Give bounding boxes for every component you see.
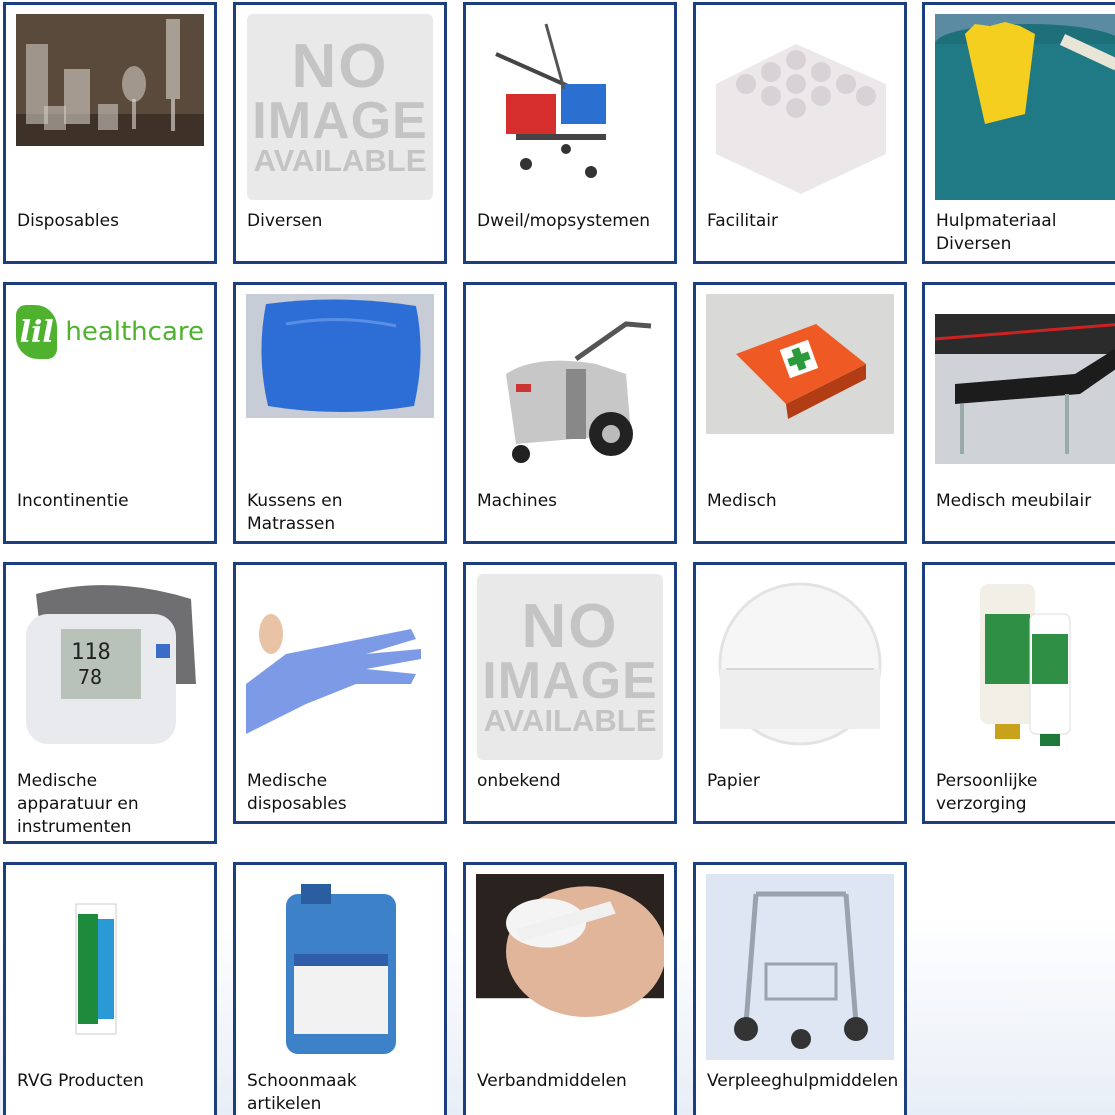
placeholder-line3: AVAILABLE: [483, 703, 657, 739]
tile-label: Dweil/mopsystemen: [477, 211, 651, 231]
skin-care-tubes-photo: [935, 574, 1115, 760]
tile-label: Schoonmaak artikelen: [247, 1071, 357, 1114]
no-image-placeholder: NO IMAGE AVAILABLE: [476, 574, 664, 760]
healthcare-wordmark: healthcare: [65, 317, 204, 347]
rollator-photo: [706, 874, 894, 1060]
toilet-rolls-photo: [706, 14, 894, 200]
tile-label: Verbandmiddelen: [477, 1071, 627, 1091]
tile-label: Medisch meubilair: [936, 491, 1092, 511]
category-tile-dweil-mopsystemen[interactable]: Dweil/mopsystemen: [463, 2, 677, 264]
mop-trolley-photo: [476, 14, 664, 200]
tile-label: Incontinentie: [17, 491, 129, 511]
category-tile-papier[interactable]: Papier: [693, 562, 907, 824]
category-tile-diversen[interactable]: NO IMAGE AVAILABLE Diversen: [233, 2, 447, 264]
category-tile-disposables[interactable]: Disposables: [3, 2, 217, 264]
svg-text:78: 78: [78, 665, 102, 689]
category-tile-facilitair[interactable]: Facilitair: [693, 2, 907, 264]
category-grid: Disposables NO IMAGE AVAILABLE Diversen Dw…: [0, 0, 1115, 1115]
examination-couch-photo: [935, 294, 1115, 480]
tile-label: RVG Producten: [17, 1071, 144, 1091]
tile-label: Diversen: [247, 211, 323, 231]
placeholder-line2: IMAGE: [252, 92, 428, 151]
dettol-sterilon-photo: [16, 874, 204, 1060]
pillow-photo: [246, 294, 434, 480]
placeholder-line2: IMAGE: [482, 652, 658, 711]
placeholder-line1: NO: [521, 592, 619, 662]
tile-label: Hulpmateriaal Diversen: [936, 211, 1057, 254]
tile-label: Disposables: [17, 211, 119, 231]
category-tile-onbekend[interactable]: NO IMAGE AVAILABLE onbekend: [463, 562, 677, 824]
category-tile-machines[interactable]: Machines: [463, 282, 677, 544]
tile-label: Medisch: [707, 491, 777, 511]
tile-label: Machines: [477, 491, 558, 511]
category-tile-incontinentie[interactable]: lil healthcare Incontinentie: [3, 282, 217, 544]
tile-label: onbekend: [477, 771, 561, 791]
tile-label: Verpleeghulpmiddelen: [707, 1071, 899, 1091]
nitrile-glove-photo: [246, 574, 434, 760]
cleaning-machine-photo: [476, 294, 664, 480]
eye-patch-photo: [476, 874, 664, 1060]
lil-healthcare-logo: lil healthcare: [16, 294, 204, 480]
tile-label: Papier: [707, 771, 760, 791]
no-image-placeholder: NO IMAGE AVAILABLE: [246, 14, 434, 200]
glassware-photo: [16, 14, 204, 200]
category-tile-verpleeghulpmiddelen[interactable]: Verpleeghulpmiddelen: [693, 862, 907, 1115]
category-tile-medische-apparatuur-en-instrumenten[interactable]: 118 78 Medische apparatuur en instrument…: [3, 562, 217, 844]
placeholder-line1: NO: [291, 32, 389, 102]
category-tile-medisch[interactable]: Medisch: [693, 282, 907, 544]
tile-label: Facilitair: [707, 211, 778, 231]
toilet-paper-dispenser-photo: [706, 574, 894, 760]
tile-label: Medische disposables: [247, 771, 347, 814]
category-tile-hulpmateriaal-diversen[interactable]: Hulpmateriaal Diversen: [922, 2, 1115, 264]
category-tile-verbandmiddelen[interactable]: Verbandmiddelen: [463, 862, 677, 1115]
svg-text:118: 118: [71, 640, 111, 665]
gloves-bucket-photo: [935, 14, 1115, 200]
tile-label: Medische apparatuur en instrumenten: [17, 771, 139, 837]
detergent-canister-photo: [246, 874, 434, 1060]
category-tile-kussens-en-matrassen[interactable]: Kussens en Matrassen: [233, 282, 447, 544]
lil-logo-mark: lil: [16, 305, 58, 359]
tile-label: Kussens en Matrassen: [247, 491, 343, 534]
category-tile-schoonmaak-artikelen[interactable]: Schoonmaak artikelen: [233, 862, 447, 1115]
first-aid-kit-photo: [706, 294, 894, 480]
category-tile-rvg-producten[interactable]: RVG Producten: [3, 862, 217, 1115]
category-tile-medische-disposables[interactable]: Medische disposables: [233, 562, 447, 824]
category-tile-medisch-meubilair[interactable]: Medisch meubilair: [922, 282, 1115, 544]
blood-pressure-monitor-photo: 118 78: [16, 574, 204, 760]
category-tile-persoonlijke-verzorging[interactable]: Persoonlijke verzorging: [922, 562, 1115, 824]
tile-label: Persoonlijke verzorging: [936, 771, 1038, 814]
placeholder-line3: AVAILABLE: [253, 143, 427, 179]
